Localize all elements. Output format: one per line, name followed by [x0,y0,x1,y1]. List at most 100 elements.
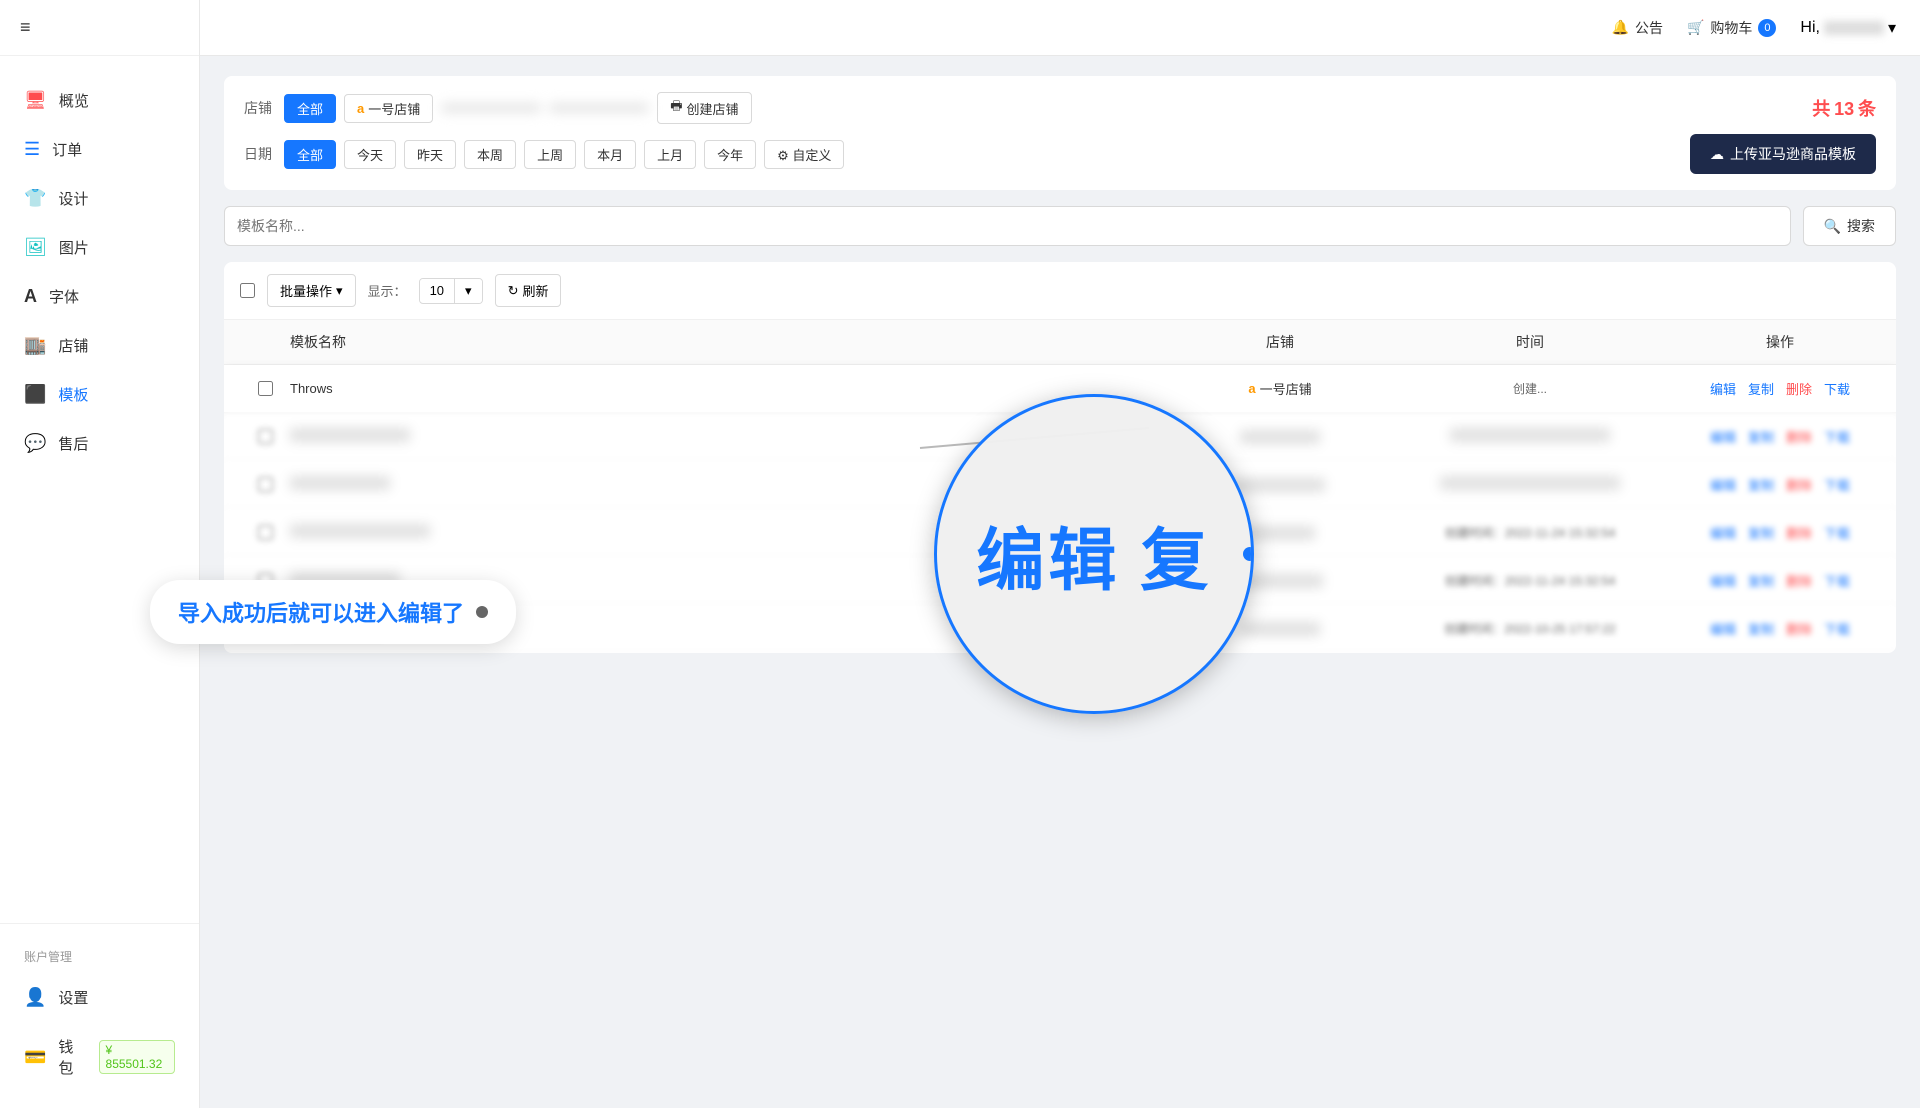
copy-link-3: 复制 [1748,475,1774,494]
date-thismonth-btn[interactable]: 本月 [584,140,636,169]
cart-label: 购物车 [1710,18,1752,38]
delete-link-6: 删除 [1786,619,1812,638]
sidebar-item-orders[interactable]: ☰ 订单 [0,125,199,174]
store1-btn[interactable]: a 一号店铺 [344,94,433,123]
sidebar-item-aftersale[interactable]: 💬 售后 [0,419,199,468]
sidebar-label-aftersale: 售后 [58,433,88,454]
sidebar-label-fonts: 字体 [49,286,79,307]
sidebar-header: ≡ [0,0,199,56]
date-lastweek-btn[interactable]: 上周 [524,140,576,169]
copy-link-4: 复制 [1748,523,1774,542]
announcement-label: 公告 [1635,18,1663,38]
th-name: 模板名称 [290,332,1180,352]
sidebar-item-templates[interactable]: ⬛ 模板 [0,370,199,419]
copy-link-1[interactable]: 复制 [1748,379,1774,398]
date-custom-btn[interactable]: ⚙ 自定义 [764,140,844,169]
upload-icon: ☁ [1710,146,1724,163]
orders-icon: ☰ [24,139,40,160]
upload-template-btn[interactable]: ☁ 上传亚马逊商品模板 [1690,134,1876,174]
sidebar-item-design[interactable]: 👕 设计 [0,174,199,223]
delete-link-3: 删除 [1786,475,1812,494]
delete-link-1[interactable]: 删除 [1786,379,1812,398]
filter-card: 店铺 全部 a 一号店铺 🖶 创建店铺 共 13 条 [224,76,1896,190]
hamburger-icon[interactable]: ≡ [20,17,31,38]
download-link-6: 下载 [1824,619,1850,638]
sidebar-label-stores: 店铺 [58,335,88,356]
sidebar-label-settings: 设置 [58,987,88,1008]
display-count: 10 [420,279,454,302]
user-menu[interactable]: Hi, ▾ [1800,18,1896,38]
sidebar-item-stores[interactable]: 🏬 店铺 [0,321,199,370]
row-checkbox-cell [240,381,290,396]
row-checkbox-3 [258,477,273,492]
announcement-item[interactable]: 🔔 公告 [1612,18,1663,38]
store-filter-row: 店铺 全部 a 一号店铺 🖶 创建店铺 共 13 条 [244,92,1876,124]
stores-icon: 🏬 [24,335,46,356]
total-prefix: 共 [1812,99,1830,119]
cart-badge: 0 [1758,19,1776,37]
search-input[interactable] [224,206,1791,246]
row-checkbox-2 [258,429,273,444]
date-lastmonth-btn[interactable]: 上月 [644,140,696,169]
zoom-overlay: 编辑 复 [934,394,1254,714]
download-link-3: 下载 [1824,475,1850,494]
cart-icon: 🛒 [1687,19,1704,36]
sidebar-label-images: 图片 [59,237,89,258]
total-number: 13 [1834,99,1854,119]
download-link-2: 下载 [1824,427,1850,446]
total-suffix: 条 [1858,99,1876,119]
zoom-text1: 编辑 [976,505,1120,604]
zoom-circle: 编辑 复 [934,394,1254,714]
edit-link-3: 编辑 [1710,475,1736,494]
sidebar-item-fonts[interactable]: A 字体 [0,272,199,321]
date-filter-row: 日期 全部 今天 昨天 本周 上周 本月 上月 今年 ⚙ 自定义 ☁ 上传亚马逊… [244,134,1876,174]
search-button[interactable]: 🔍 搜索 [1803,206,1896,246]
batch-btn[interactable]: 批量操作 ▾ [267,274,356,307]
select-all-checkbox[interactable] [240,283,255,298]
row-checkbox-1[interactable] [258,381,273,396]
date-thisweek-btn[interactable]: 本周 [464,140,516,169]
refresh-icon: ↻ [508,283,519,299]
sidebar-item-wallet[interactable]: 💳 钱包 ¥ 855501.32 [0,1022,199,1092]
edit-link-2: 编辑 [1710,427,1736,446]
sidebar-label-design: 设计 [58,188,88,209]
fonts-icon: A [24,286,37,307]
store-all-btn[interactable]: 全部 [284,94,336,123]
row-actions-1: 编辑 复制 删除 下载 [1680,379,1880,398]
edit-link-1[interactable]: 编辑 [1710,379,1736,398]
display-select-arrow[interactable]: ▾ [454,279,482,303]
cart-item[interactable]: 🛒 购物车 0 [1687,18,1776,38]
row-time-1: 创建... [1380,380,1680,397]
copy-link-2: 复制 [1748,427,1774,446]
sidebar-label-overview: 概览 [59,90,89,111]
store3-btn-blurred[interactable] [549,104,649,112]
date-thisyear-btn[interactable]: 今年 [704,140,756,169]
sidebar-item-settings[interactable]: 👤 设置 [0,973,199,1022]
create-store-icon: 🖶 [670,97,682,119]
sidebar-footer: 账户管理 👤 设置 💳 钱包 ¥ 855501.32 [0,923,199,1108]
sidebar-item-overview[interactable]: 🖥 概览 [0,76,199,125]
create-store-btn[interactable]: 🖶 创建店铺 [657,92,751,124]
date-yesterday-btn[interactable]: 昨天 [404,140,456,169]
download-link-1[interactable]: 下载 [1824,379,1850,398]
edit-link-6: 编辑 [1710,619,1736,638]
display-select: 10 ▾ [419,278,483,304]
sidebar-item-images[interactable]: 🖼 图片 [0,223,199,272]
amazon-icon: a [357,101,364,116]
sidebar-label-wallet: 钱包 [58,1036,86,1078]
th-action: 操作 [1680,332,1880,352]
refresh-btn[interactable]: ↻ 刷新 [495,274,562,307]
design-icon: 👕 [24,188,46,209]
tooltip-text: 导入成功后就可以进入编辑了 [178,596,464,628]
date-all-btn[interactable]: 全部 [284,140,336,169]
gear-icon: ⚙ [777,148,789,163]
create-store-label: 创建店铺 [687,99,739,118]
tooltip-box: 导入成功后就可以进入编辑了 [150,580,516,644]
date-today-btn[interactable]: 今天 [344,140,396,169]
wallet-icon: 💳 [24,1047,46,1068]
store2-btn-blurred[interactable] [441,104,541,112]
zoom-text2: 复 [1140,505,1212,604]
th-store: 店铺 [1180,332,1380,352]
store1-label: 一号店铺 [368,99,420,118]
chevron-down-icon: ▾ [1888,18,1896,38]
